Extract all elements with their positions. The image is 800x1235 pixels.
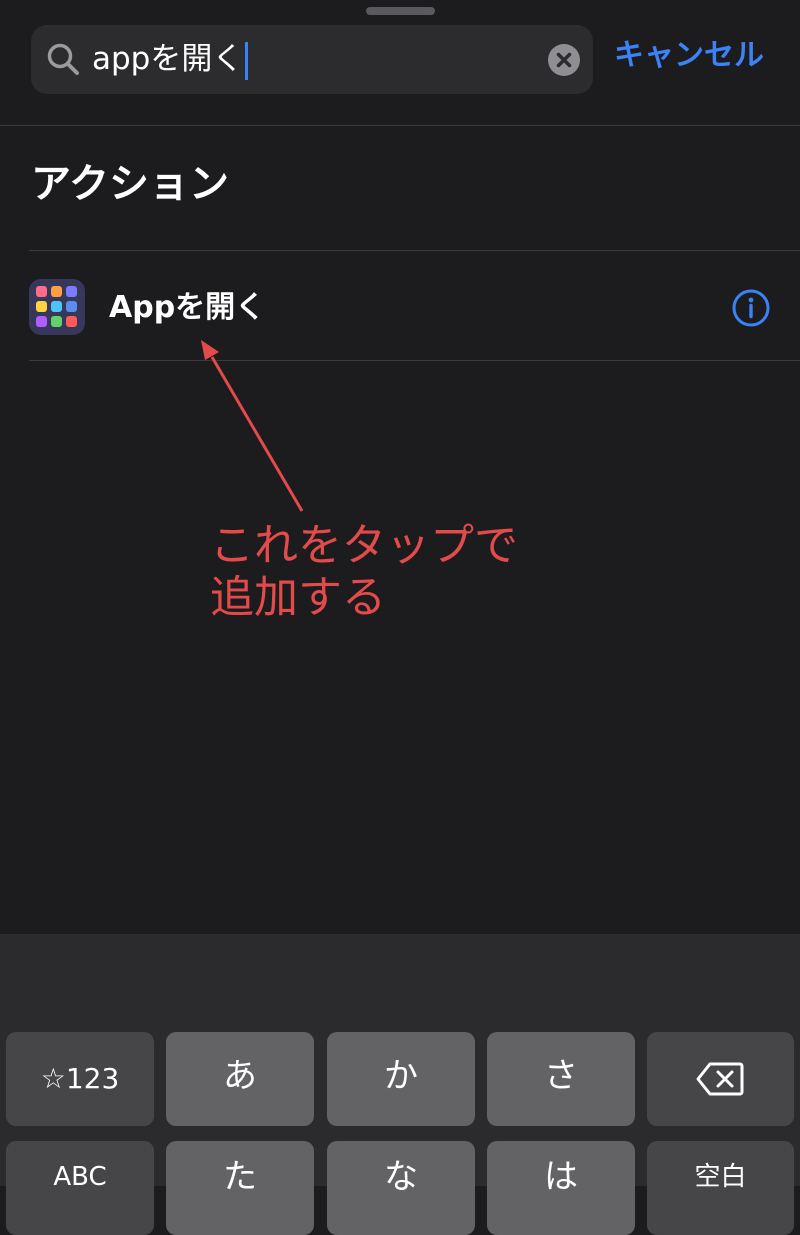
info-icon[interactable]: [731, 288, 771, 328]
action-label: Appを開く: [109, 290, 266, 325]
annotation-note: これをタップで 追加する: [210, 520, 630, 624]
key-delete[interactable]: [647, 1032, 794, 1126]
section-title: アクション: [31, 161, 229, 207]
search-query-text: appを開く: [92, 41, 244, 77]
search-icon: [47, 43, 79, 75]
apps-grid-icon: [29, 279, 85, 335]
key-na[interactable]: な: [327, 1141, 475, 1235]
header-divider: [0, 125, 800, 126]
keyboard: ☆123 あ か さ ABC た な は 空白: [0, 934, 800, 1235]
key-label: な: [384, 1157, 418, 1197]
key-ka[interactable]: か: [327, 1032, 475, 1126]
annotation-line-2: 追加する: [210, 572, 386, 623]
key-label: か: [384, 1056, 418, 1096]
row-divider: [29, 360, 800, 361]
key-a[interactable]: あ: [166, 1032, 314, 1126]
action-open-app-row[interactable]: Appを開く: [0, 252, 800, 360]
section-divider: [29, 250, 800, 251]
annotation-line-1: これをタップで: [210, 520, 518, 571]
key-ha[interactable]: は: [487, 1141, 635, 1235]
key-ta[interactable]: た: [166, 1141, 314, 1235]
search-field[interactable]: appを開く: [31, 25, 593, 94]
key-label: 空白: [694, 1162, 747, 1192]
key-label: ☆123: [40, 1062, 120, 1095]
text-caret: [245, 41, 249, 80]
clear-search-button[interactable]: [548, 44, 580, 76]
delete-backward-icon: [696, 1062, 744, 1096]
key-sa[interactable]: さ: [487, 1032, 635, 1126]
search-input[interactable]: appを開く: [92, 39, 249, 80]
key-label: は: [544, 1157, 578, 1197]
key-abc[interactable]: ABC: [6, 1141, 154, 1235]
clear-x-icon: [556, 52, 572, 68]
key-space[interactable]: 空白: [647, 1141, 794, 1235]
key-symbols[interactable]: ☆123: [6, 1032, 154, 1126]
sheet-grabber[interactable]: [366, 7, 435, 15]
cancel-button[interactable]: キャンセル: [614, 36, 764, 76]
key-label: あ: [223, 1056, 257, 1096]
key-label: ABC: [53, 1162, 107, 1192]
key-label: さ: [544, 1056, 578, 1096]
key-label: た: [223, 1157, 257, 1197]
